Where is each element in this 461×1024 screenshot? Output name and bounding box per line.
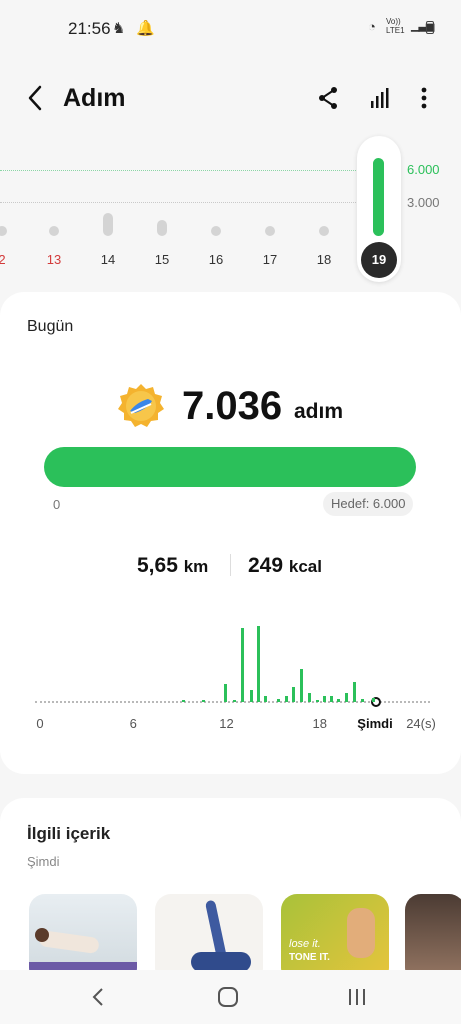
stats-icon[interactable]: [366, 84, 394, 112]
day-bar-16[interactable]: [211, 226, 221, 236]
hour-bar: [307, 693, 311, 702]
notification-bell-icon: 🔔: [136, 20, 155, 37]
share-icon[interactable]: [314, 84, 342, 112]
fitness-status-icon: ♞: [112, 20, 126, 37]
hour-bar: [181, 700, 185, 702]
calorie-unit: kcal: [288, 557, 322, 576]
back-icon[interactable]: [22, 82, 50, 114]
distance-stat: 5,65 km: [137, 554, 208, 578]
nav-back-icon[interactable]: [86, 984, 112, 1010]
hour-bar: [315, 700, 319, 702]
day-label-15[interactable]: 15: [144, 252, 180, 267]
nav-recents-icon[interactable]: [344, 984, 370, 1010]
day-label-17[interactable]: 17: [252, 252, 288, 267]
goal-progress-bar: [44, 447, 416, 487]
hour-bar: [300, 669, 304, 702]
hour-bar: [323, 696, 327, 702]
selected-day-bar: [373, 158, 384, 236]
hour-bar: [233, 700, 237, 702]
hour-bar: [223, 684, 227, 702]
hour-tick-label: 0: [36, 716, 44, 731]
hour-tick-label: 24(s): [406, 716, 436, 731]
related-title: İlgili içerik: [27, 824, 111, 843]
nav-home-icon[interactable]: [215, 984, 241, 1010]
goal-medal-icon: [118, 384, 164, 427]
hour-bar: [345, 693, 349, 702]
more-options-icon[interactable]: [410, 84, 438, 112]
mid-line: [0, 202, 400, 203]
related-subtitle: Şimdi: [27, 854, 60, 869]
network-label: Vo)) LTE1: [386, 17, 405, 35]
hour-bar: [371, 698, 375, 702]
hour-bar: [241, 628, 245, 702]
hour-bar: [256, 626, 260, 702]
now-label: Şimdi: [357, 716, 393, 731]
hour-bar: [250, 690, 254, 702]
hour-bar: [264, 696, 268, 702]
day-label-18[interactable]: 18: [306, 252, 342, 267]
hour-tick-label: 6: [129, 716, 137, 731]
goal-line: [0, 170, 400, 171]
hour-bar: [202, 700, 206, 702]
hour-bar: [292, 687, 296, 702]
goal-badge: Hedef: 6.000: [323, 492, 414, 516]
today-title: Bugün: [27, 318, 74, 335]
calorie-stat: 249 kcal: [248, 554, 322, 578]
wifi-icon: ◔: [368, 19, 376, 34]
thumbnail-text-1: lose it.: [289, 938, 321, 950]
thumbnail-text-2: TONE IT.: [289, 952, 330, 963]
distance-value: 5,65: [137, 554, 178, 577]
step-count: 7.036: [182, 384, 283, 428]
hour-bar: [352, 682, 356, 702]
page-title: Adım: [63, 84, 126, 112]
hour-bar: [337, 699, 341, 702]
day-bar-17[interactable]: [265, 226, 275, 236]
hour-bar: [276, 699, 280, 702]
weekly-chart[interactable]: 6.000 3.000 2 13 14 15 16 17 18 19: [0, 136, 461, 286]
hour-tick-label: 12: [219, 716, 234, 731]
hour-bar: [284, 696, 288, 702]
day-bar-2[interactable]: [0, 226, 7, 236]
app-bar: Adım: [0, 70, 461, 126]
selected-day-label: 19: [361, 242, 397, 278]
day-label-2[interactable]: 2: [0, 252, 20, 267]
day-bar-18[interactable]: [319, 226, 329, 236]
hour-bar: [329, 696, 333, 702]
system-nav-bar: [0, 970, 461, 1024]
day-label-13[interactable]: 13: [36, 252, 72, 267]
selected-day-card[interactable]: 19: [357, 136, 401, 282]
day-bar-14[interactable]: [103, 213, 113, 236]
hour-tick-label: 18: [312, 716, 327, 731]
exercise-head-image: [35, 928, 49, 942]
hourly-chart[interactable]: Şimdi 0 6 12 18 24(s): [30, 622, 436, 752]
stretch-body-image: [191, 952, 251, 972]
day-bar-13[interactable]: [49, 226, 59, 236]
day-label-14[interactable]: 14: [90, 252, 126, 267]
goal-axis-label: 6.000: [407, 162, 440, 177]
calorie-value: 249: [248, 554, 284, 577]
progress-start-label: 0: [53, 497, 61, 512]
mid-axis-label: 3.000: [407, 195, 440, 210]
day-bar-15[interactable]: [157, 220, 167, 236]
battery-icon: [426, 21, 434, 34]
distance-unit: km: [183, 557, 209, 576]
step-unit: adım: [294, 400, 344, 423]
status-bar: 21:56 ♞ 🔔 ◔ Vo)) LTE1 ▁▃▅: [0, 0, 461, 56]
today-card: Bugün 7.036 adım 0 Hedef: 6.000 5,65 km …: [0, 292, 461, 774]
day-label-16[interactable]: 16: [198, 252, 234, 267]
fitness-person-image: [347, 908, 375, 958]
status-time: 21:56: [68, 19, 111, 38]
stat-divider: [230, 554, 231, 576]
hour-bar: [360, 699, 364, 702]
